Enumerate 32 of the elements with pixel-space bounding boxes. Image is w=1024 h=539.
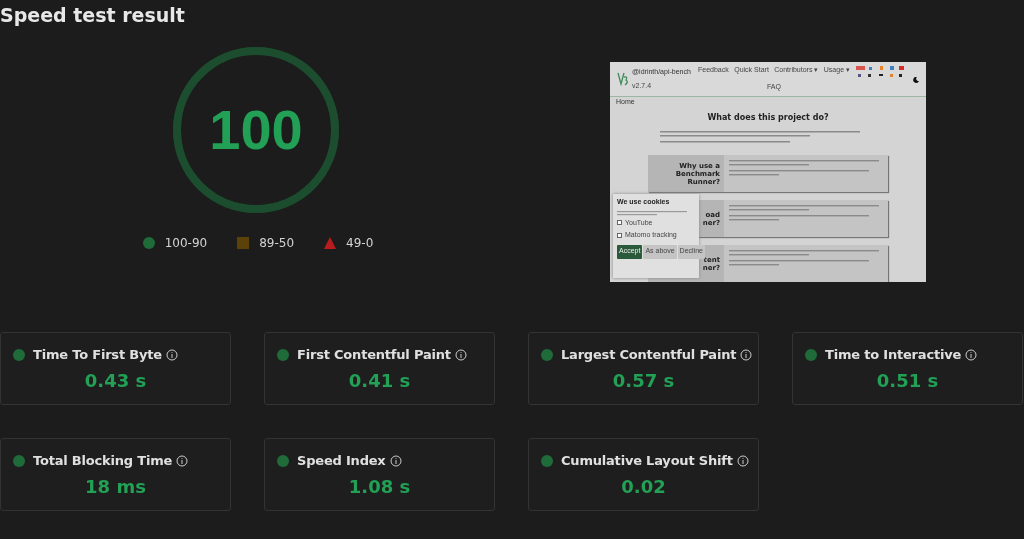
metric-value: 0.51 s: [876, 368, 939, 393]
info-icon: [165, 348, 178, 361]
text-lines-drawing: [617, 209, 687, 216]
legend-label: 49-0: [346, 235, 374, 252]
metric-value: 0.02: [621, 474, 666, 499]
metric-label: First Contentful Paint: [297, 346, 451, 364]
metric-value: 0.43 s: [84, 368, 147, 393]
metric-value: 0.41 s: [348, 368, 411, 393]
logo-icon: [616, 72, 628, 86]
score-value: 100: [209, 102, 303, 158]
metric-label: Time to Interactive: [825, 346, 962, 364]
metric-label: Total Blocking Time: [33, 452, 173, 470]
metric-value: 18 ms: [85, 474, 146, 499]
metric-label: Cumulative Layout Shift: [561, 452, 733, 470]
page-title: Speed test result: [0, 3, 185, 28]
metric-label: Speed Index: [297, 452, 386, 470]
legend-label: 100-90: [164, 235, 208, 252]
metric-label: Largest Contentful Paint: [561, 346, 737, 364]
section-heading: What does this project do?: [707, 112, 829, 124]
info-icon: [736, 454, 749, 467]
info-icon: [176, 454, 189, 467]
info-icon: [454, 348, 467, 361]
checkbox[interactable]: [617, 220, 622, 226]
moon-icon: [913, 77, 919, 83]
metric-value: 0.57 s: [612, 368, 675, 393]
info-icon: [965, 348, 978, 361]
info-icon: [389, 454, 402, 467]
info-icon: [740, 348, 753, 361]
metric-label: Time To First Byte: [33, 346, 162, 364]
metric-value: 1.08 s: [348, 474, 411, 499]
legend-label: 89-50: [259, 235, 295, 252]
checkbox[interactable]: [617, 232, 622, 238]
